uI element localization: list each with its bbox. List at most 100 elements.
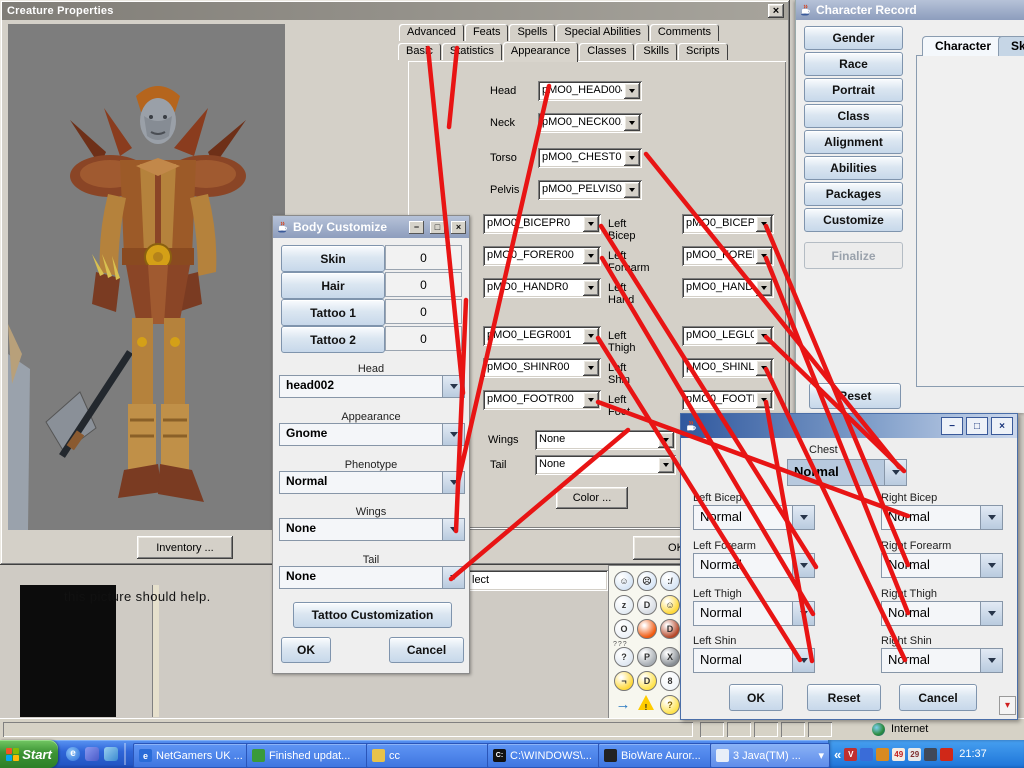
question-emoticon[interactable]: ? [614, 647, 634, 667]
taskbar-button-bioware-auror[interactable]: BioWare Auror... [598, 743, 717, 768]
chevron-down-icon[interactable] [442, 567, 464, 588]
wings-dropdown[interactable]: None [535, 430, 676, 450]
left-thigh-left-part-dropdown[interactable]: pMO0_LEGL001 [682, 326, 774, 346]
scroll-corner[interactable]: ▾ [999, 696, 1016, 715]
badge-29-icon[interactable]: 29 [908, 748, 921, 761]
tail-combo[interactable]: None [279, 566, 465, 589]
quicklaunch-outlook-icon[interactable] [104, 747, 118, 761]
part-ok-button[interactable]: OK [729, 684, 783, 711]
chevron-down-icon[interactable] [980, 602, 1002, 625]
chevron-down-icon[interactable] [442, 424, 464, 445]
left-bicep-right-part-dropdown[interactable]: pMO0_BICEPR0 [483, 214, 601, 234]
maximize-button[interactable]: □ [430, 221, 445, 234]
sleepy-emoticon[interactable]: z [614, 595, 634, 615]
tab-statistics[interactable]: Statistics [442, 43, 502, 60]
tab-basic[interactable]: Basic [398, 43, 441, 60]
chevron-down-icon[interactable] [658, 457, 674, 473]
close-button[interactable]: × [991, 417, 1013, 435]
arrow-emoticon[interactable]: → [614, 695, 632, 713]
left-thigh-dropdown[interactable]: Normal [693, 601, 815, 626]
right-forearm-dropdown[interactable]: Normal [881, 553, 1003, 578]
tattoo-customization-button[interactable]: Tattoo Customization [293, 602, 452, 628]
tab-skills[interactable]: Sk [998, 36, 1024, 56]
chevron-down-icon[interactable] [756, 392, 772, 408]
tattoo-1-button[interactable]: Tattoo 1 [281, 299, 385, 326]
race-button[interactable]: Race [804, 52, 903, 76]
key-icon[interactable] [924, 748, 937, 761]
record-reset-button[interactable]: Reset [809, 383, 901, 409]
maximize-button[interactable]: □ [966, 417, 988, 435]
minimize-button[interactable]: − [941, 417, 963, 435]
right-shin-dropdown[interactable]: Normal [881, 648, 1003, 673]
furious-emoticon[interactable]: X [660, 647, 680, 667]
left-shin-dropdown[interactable]: Normal [693, 648, 815, 673]
idea-emoticon[interactable]: ? [660, 695, 680, 715]
head-part-dropdown[interactable]: pMO0_HEAD004 [538, 81, 642, 101]
taskbar-button-finished-updat[interactable]: Finished updat... [246, 743, 374, 768]
portrait-button[interactable]: Portrait [804, 78, 903, 102]
laugh-emoticon[interactable]: ☺ [660, 595, 680, 615]
chevron-down-icon[interactable] [624, 83, 640, 99]
left-hand-right-part-dropdown[interactable]: pMO0_HANDR0 [483, 278, 601, 298]
alignment-button[interactable]: Alignment [804, 130, 903, 154]
chevron-down-icon[interactable] [658, 432, 674, 448]
chevron-down-icon[interactable] [792, 602, 814, 625]
chevron-down-icon[interactable] [756, 328, 772, 344]
messenger-user-icon[interactable] [876, 748, 889, 761]
smile-emoticon[interactable]: ☺ [614, 571, 634, 591]
chevron-down-icon[interactable] [442, 472, 464, 493]
neck-part-dropdown[interactable]: pMO0_NECK001 [538, 113, 642, 133]
taskbar-button-cc[interactable]: cc [366, 743, 494, 768]
taskbar-button-3-java-tm[interactable]: 3 Java(TM) ... ▾ [710, 743, 830, 768]
body-customize-titlebar[interactable]: Body Customize − □ × [273, 216, 469, 238]
left-foot-left-part-dropdown[interactable]: pMO0_FOOTL00 [682, 390, 774, 410]
tab-comments[interactable]: Comments [650, 24, 719, 41]
chevron-down-icon[interactable] [583, 248, 599, 264]
left-bicep-left-part-dropdown[interactable]: pMO0_BICEPL00 [682, 214, 774, 234]
left-forearm-right-part-dropdown[interactable]: pMO0_FORER00 [483, 246, 601, 266]
tongue-emoticon[interactable]: P [637, 647, 657, 667]
tab-character[interactable]: Character [922, 36, 1004, 56]
warning-emoticon[interactable]: ! [637, 695, 655, 713]
flame-emoticon[interactable] [637, 619, 657, 639]
evil-grin-emoticon[interactable]: D [660, 619, 680, 639]
chevron-down-icon[interactable] [583, 328, 599, 344]
tab-skills[interactable]: Skills [635, 43, 677, 60]
minimize-button[interactable]: − [409, 221, 424, 234]
chevron-down-icon[interactable] [792, 506, 814, 529]
chevron-down-icon[interactable] [624, 182, 640, 198]
hair-button[interactable]: Hair [281, 272, 385, 299]
pelvis-part-dropdown[interactable]: pMO0_PELVIS00 [538, 180, 642, 200]
close-button[interactable]: × [768, 4, 784, 18]
chevron-down-icon[interactable] [756, 360, 772, 376]
left-forearm-left-part-dropdown[interactable]: pMO0_FOREL00 [682, 246, 774, 266]
biggrin-emoticon[interactable]: D [637, 671, 657, 691]
tab-spells[interactable]: Spells [509, 24, 555, 41]
chevron-down-icon[interactable] [442, 519, 464, 540]
chevron-down-icon[interactable] [583, 216, 599, 232]
tail-dropdown[interactable]: None [535, 455, 676, 475]
tray-chevron-icon[interactable]: « [834, 747, 841, 762]
tattoo-2-button[interactable]: Tattoo 2 [281, 326, 385, 353]
left-thigh-right-part-dropdown[interactable]: pMO0_LEGR001 [483, 326, 601, 346]
chevron-down-icon[interactable] [583, 360, 599, 376]
right-thigh-dropdown[interactable]: Normal [881, 601, 1003, 626]
frown-emoticon[interactable]: ☹ [637, 571, 657, 591]
chevron-down-icon[interactable] [756, 216, 772, 232]
body-part-dialog-titlebar[interactable]: − □ × [681, 414, 1017, 438]
left-forearm-dropdown[interactable]: Normal [693, 553, 815, 578]
confused-emoticon[interactable]: :/ [660, 571, 680, 591]
close-button[interactable]: × [451, 221, 466, 234]
chevron-down-icon[interactable] [980, 554, 1002, 577]
gender-button[interactable]: Gender [804, 26, 903, 50]
part-reset-button[interactable]: Reset [807, 684, 881, 711]
tab-classes[interactable]: Classes [579, 43, 634, 60]
customize-button[interactable]: Customize [804, 208, 903, 232]
tab-feats[interactable]: Feats [465, 24, 509, 41]
finalize-button[interactable]: Finalize [804, 242, 903, 269]
badge-49-icon[interactable]: 49 [892, 748, 905, 761]
part-cancel-button[interactable]: Cancel [899, 684, 977, 711]
chevron-down-icon[interactable] [442, 376, 464, 397]
left-shin-left-part-dropdown[interactable]: pMO0_SHINL00 [682, 358, 774, 378]
chevron-down-icon[interactable] [980, 649, 1002, 672]
